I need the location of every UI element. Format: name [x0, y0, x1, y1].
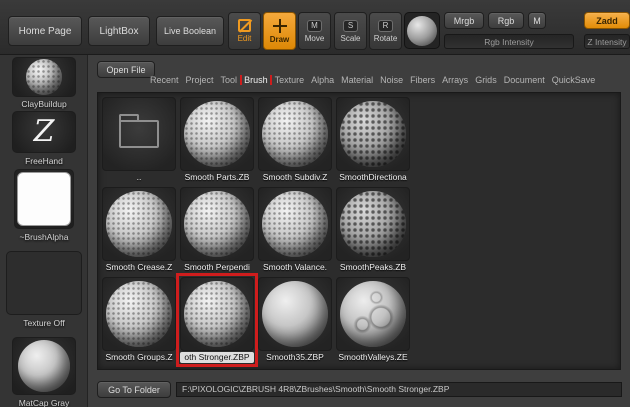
- grid-item-label: SmoothValleys.ZE: [336, 352, 410, 363]
- edit-icon: [238, 19, 251, 32]
- sidebar-item-matcap-gray[interactable]: [12, 337, 76, 395]
- tab-tool[interactable]: Tool: [221, 75, 238, 85]
- draw-label: Draw: [270, 36, 290, 44]
- z-intensity-slider[interactable]: Z Intensity: [584, 34, 630, 49]
- thumbnail-grid: .. Smooth Parts.ZB Smooth Subdiv.Z Smoot…: [97, 92, 621, 370]
- tab-noise[interactable]: Noise: [380, 75, 403, 85]
- grid-item[interactable]: Smooth Valance.: [258, 187, 332, 273]
- lightbox-button[interactable]: LightBox: [88, 16, 150, 46]
- sphere-thumbnail: [340, 101, 406, 167]
- rotate-button[interactable]: R Rotate: [369, 12, 402, 50]
- brush-sphere-icon: [26, 59, 62, 95]
- tab-project[interactable]: Project: [186, 75, 214, 85]
- move-label: Move: [305, 35, 325, 43]
- material-preview-button[interactable]: [404, 12, 440, 49]
- rotate-label: Rotate: [374, 35, 398, 43]
- sphere-thumbnail: [184, 101, 250, 167]
- rotate-icon: R: [378, 20, 393, 32]
- m-button[interactable]: M: [528, 12, 546, 29]
- tab-alpha[interactable]: Alpha: [311, 75, 334, 85]
- sphere-thumbnail: [340, 281, 406, 347]
- tab-fibers[interactable]: Fibers: [410, 75, 435, 85]
- left-sidebar: ClayBuildup Z FreeHand ~BrushAlpha Textu…: [0, 55, 88, 407]
- grid-item[interactable]: SmoothPeaks.ZB: [336, 187, 410, 273]
- grid-item-label: oth Stronger.ZBP: [180, 352, 254, 363]
- grid-item[interactable]: SmoothValleys.ZE: [336, 277, 410, 363]
- zadd-button[interactable]: Zadd: [584, 12, 630, 29]
- home-page-button[interactable]: Home Page: [8, 16, 82, 46]
- sidebar-item-claybuildup[interactable]: [12, 57, 76, 97]
- tab-texture[interactable]: Texture: [275, 75, 305, 85]
- scale-label: Scale: [340, 35, 360, 43]
- grid-item-label: Smooth Valance.: [258, 262, 332, 273]
- tab-recent[interactable]: Recent: [150, 75, 179, 85]
- sidebar-item-label: Texture Off: [0, 318, 88, 328]
- folder-icon: [119, 120, 159, 148]
- alpha-square-icon: [17, 172, 71, 226]
- freehand-stroke-icon: Z: [34, 117, 55, 147]
- tab-grids[interactable]: Grids: [475, 75, 497, 85]
- grid-item-label: Smooth35.ZBP: [258, 352, 332, 363]
- move-button[interactable]: M Move: [298, 12, 331, 50]
- edit-label: Edit: [238, 35, 252, 43]
- move-icon: M: [307, 20, 322, 32]
- tab-arrays[interactable]: Arrays: [442, 75, 468, 85]
- grid-item-label: Smooth Crease.Z: [102, 262, 176, 273]
- grid-item-parent-folder[interactable]: ..: [102, 97, 176, 183]
- grid-item[interactable]: SmoothDirectiona: [336, 97, 410, 183]
- sphere-thumbnail: [340, 191, 406, 257]
- grid-item-label: Smooth Subdiv.Z: [258, 172, 332, 183]
- scale-button[interactable]: S Scale: [334, 12, 367, 50]
- tab-material[interactable]: Material: [341, 75, 373, 85]
- grid-item[interactable]: Smooth Crease.Z: [102, 187, 176, 273]
- live-boolean-button[interactable]: Live Boolean: [156, 16, 224, 46]
- grid-item-label: Smooth Groups.Z: [102, 352, 176, 363]
- sidebar-item-texture-off[interactable]: [6, 251, 82, 315]
- sphere-thumbnail: [262, 281, 328, 347]
- matcap-sphere-icon: [18, 340, 70, 392]
- go-to-folder-button[interactable]: Go To Folder: [97, 381, 171, 398]
- rgb-intensity-slider[interactable]: Rgb Intensity: [444, 34, 574, 49]
- top-toolbar: Home Page LightBox Live Boolean Edit Dra…: [0, 0, 630, 55]
- grid-item-label: ..: [102, 172, 176, 183]
- sidebar-item-label: ~BrushAlpha: [0, 232, 88, 242]
- grid-item-label: SmoothPeaks.ZB: [336, 262, 410, 273]
- sphere-thumbnail: [262, 191, 328, 257]
- sidebar-item-freehand[interactable]: Z: [12, 111, 76, 153]
- zbrush-window: Home Page LightBox Live Boolean Edit Dra…: [0, 0, 630, 407]
- material-sphere-icon: [407, 16, 437, 46]
- file-browser-panel: Open File Recent Project Tool Brush Text…: [88, 55, 630, 407]
- sidebar-item-label: MatCap Gray: [0, 398, 88, 407]
- grid-item[interactable]: Smooth Perpendi: [180, 187, 254, 273]
- open-file-button[interactable]: Open File: [97, 61, 155, 78]
- sphere-thumbnail: [106, 281, 172, 347]
- scale-icon: S: [343, 20, 358, 32]
- grid-item[interactable]: Smooth35.ZBP: [258, 277, 332, 363]
- browser-tabs: Recent Project Tool Brush Texture Alpha …: [150, 75, 629, 85]
- grid-item-label: Smooth Parts.ZB: [180, 172, 254, 183]
- sphere-thumbnail: [184, 191, 250, 257]
- sidebar-item-brushalpha[interactable]: [14, 169, 74, 229]
- mrgb-button[interactable]: Mrgb: [444, 12, 484, 29]
- rgb-button[interactable]: Rgb: [488, 12, 524, 29]
- grid-item[interactable]: Smooth Parts.ZB: [180, 97, 254, 183]
- grid-item-label: SmoothDirectiona: [336, 172, 410, 183]
- tab-quicksave[interactable]: QuickSave: [552, 75, 596, 85]
- sphere-thumbnail: [106, 191, 172, 257]
- tab-brush[interactable]: Brush: [244, 75, 268, 85]
- draw-icon: [273, 19, 287, 33]
- sidebar-item-label: ClayBuildup: [0, 99, 88, 109]
- sidebar-item-label: FreeHand: [0, 156, 88, 166]
- tab-document[interactable]: Document: [504, 75, 545, 85]
- sphere-thumbnail: [184, 281, 250, 347]
- sphere-thumbnail: [262, 101, 328, 167]
- draw-button[interactable]: Draw: [263, 12, 296, 50]
- grid-item-selected[interactable]: oth Stronger.ZBP: [180, 277, 254, 363]
- edit-button[interactable]: Edit: [228, 12, 261, 50]
- file-path-field[interactable]: F:\PIXOLOGIC\ZBRUSH 4R8\ZBrushes\Smooth\…: [176, 382, 622, 397]
- grid-item-label: Smooth Perpendi: [180, 262, 254, 273]
- grid-item[interactable]: Smooth Subdiv.Z: [258, 97, 332, 183]
- grid-item[interactable]: Smooth Groups.Z: [102, 277, 176, 363]
